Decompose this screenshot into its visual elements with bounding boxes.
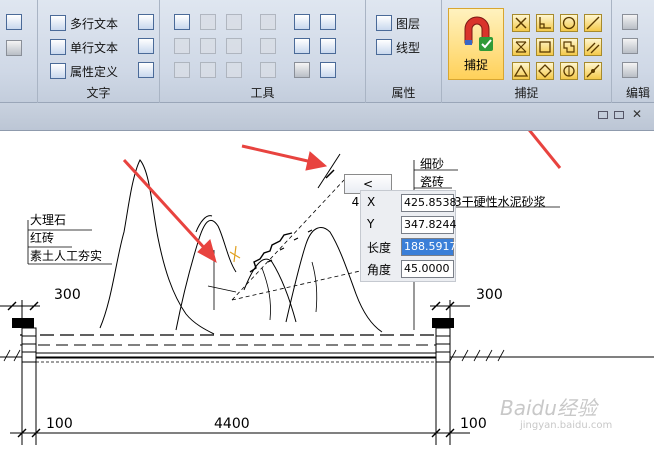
coord-row-x: X 425.8538: [361, 193, 457, 213]
layers-label: 图层: [396, 16, 421, 31]
snap-button[interactable]: 捕捉: [448, 8, 504, 80]
coord-field-length[interactable]: 188.5917: [401, 238, 457, 256]
coord-label-angle: 角度: [367, 263, 392, 277]
block-icon[interactable]: [6, 40, 22, 56]
ribbon-group-properties: 图层 线型 属性: [366, 0, 442, 103]
linetype-button[interactable]: 线型: [376, 37, 420, 57]
move-icon[interactable]: [174, 14, 190, 30]
ribbon-footer: ✕: [0, 103, 654, 131]
fillet-icon[interactable]: [226, 62, 242, 78]
restore-window-icon[interactable]: [614, 111, 624, 119]
mirror-icon[interactable]: [226, 14, 242, 30]
chamfer-icon[interactable]: [260, 62, 276, 78]
table-icon[interactable]: [320, 62, 336, 78]
label-cement-mortar: 3干硬性水泥砂浆: [454, 195, 546, 209]
snap-button-label: 捕捉: [463, 58, 488, 72]
single-line-text-label: 单行文本: [70, 40, 119, 55]
snap-intersection-icon[interactable]: [512, 38, 530, 56]
coord-label-x: X: [367, 195, 376, 209]
snap-quadrant-icon[interactable]: [560, 62, 578, 80]
paste-icon[interactable]: [320, 14, 336, 30]
pointer-icon[interactable]: [226, 38, 242, 54]
snap-parallel-icon[interactable]: [584, 38, 602, 56]
snap-node-icon[interactable]: [536, 62, 554, 80]
snap-perpendicular-icon[interactable]: [536, 14, 554, 32]
attribute-definition-button[interactable]: 属性定义: [50, 61, 118, 81]
dim-right-bottom: 100: [460, 416, 487, 432]
coordinate-input-panel: X 425.8538 Y 347.8244 长度 188.5917 角度 45.…: [360, 190, 457, 282]
snap-square-icon[interactable]: [536, 38, 554, 56]
ribbon-group-misc: [0, 0, 38, 103]
multiline-text-button[interactable]: 多行文本: [50, 13, 118, 33]
ribbon-group-label-edit: 编辑: [626, 86, 651, 100]
label-tile: 瓷砖: [420, 175, 445, 189]
dim-center-bottom: 4400: [214, 416, 250, 432]
array-icon[interactable]: [320, 38, 336, 54]
rotate-icon[interactable]: [200, 14, 216, 30]
single-line-text-button[interactable]: 单行文本: [50, 37, 118, 57]
copy-clip-icon[interactable]: [622, 38, 638, 54]
snap-midpoint-icon[interactable]: [512, 62, 530, 80]
close-window-icon[interactable]: ✕: [632, 107, 642, 121]
ribbon-group-text: 多行文本 单行文本 属性定义 文字: [38, 0, 160, 103]
snap-insert-icon[interactable]: [560, 38, 578, 56]
coord-field-angle[interactable]: 45.0000: [401, 260, 454, 278]
multiline-text-icon: [50, 15, 66, 31]
label-red-brick: 红砖: [30, 231, 55, 245]
single-line-text-icon: [50, 39, 66, 55]
copy-icon[interactable]: [294, 14, 310, 30]
dim-left-bottom: 100: [46, 416, 73, 432]
ribbon: 多行文本 单行文本 属性定义 文字 工具 图层 线型 属性 捕捉 捕捉 编辑: [0, 0, 654, 103]
dim-right-top: 300: [476, 287, 503, 303]
select-icon[interactable]: [6, 14, 22, 30]
layers-icon: [376, 15, 392, 31]
watermark-url: jingyan.baidu.com: [520, 420, 613, 431]
stretch-icon[interactable]: [260, 14, 276, 30]
dim-left-top: 300: [54, 287, 81, 303]
snap-tangent-icon[interactable]: [584, 14, 602, 32]
coord-label-y: Y: [367, 217, 375, 231]
ribbon-group-label-snap: 捕捉: [514, 86, 539, 100]
ribbon-group-label-properties: 属性: [391, 86, 416, 100]
trim-icon[interactable]: [174, 62, 190, 78]
attribute-definition-icon: [50, 63, 66, 79]
text-style-icon[interactable]: [138, 14, 154, 30]
watermark: Baidu经验: [500, 396, 597, 420]
ribbon-group-edit: 编辑: [612, 0, 654, 103]
snap-endpoint-icon[interactable]: [512, 14, 530, 32]
text-edit-icon[interactable]: [138, 38, 154, 54]
coord-row-y: Y 347.8244: [361, 215, 457, 235]
ribbon-group-tools: 工具: [160, 0, 366, 103]
layers-button[interactable]: 图层: [376, 13, 420, 33]
text-check-icon[interactable]: [138, 62, 154, 78]
attribute-definition-label: 属性定义: [70, 64, 119, 79]
minimize-window-icon[interactable]: [598, 111, 608, 119]
label-rammed-earth: 素土人工夯实: [30, 249, 103, 263]
coord-field-x[interactable]: 425.8538: [401, 194, 457, 212]
ribbon-group-label-text: 文字: [86, 86, 111, 100]
linetype-icon: [376, 39, 392, 55]
cut-icon[interactable]: [622, 14, 638, 30]
folder-open-icon[interactable]: [200, 38, 216, 54]
label-fine-sand: 细砂: [420, 157, 445, 171]
magnet-icon: [464, 16, 493, 51]
offset-icon[interactable]: [294, 38, 310, 54]
coord-field-y[interactable]: 347.8244: [401, 216, 457, 234]
ribbon-group-snap: 捕捉 捕捉: [442, 0, 612, 103]
coord-row-length: 长度 188.5917: [361, 237, 457, 257]
ribbon-group-label-tools: 工具: [250, 86, 275, 100]
extend-icon[interactable]: [200, 62, 216, 78]
folder-icon[interactable]: [174, 38, 190, 54]
snap-nearest-icon[interactable]: [584, 62, 602, 80]
explode-icon[interactable]: [294, 62, 310, 78]
paste-clip-icon[interactable]: [622, 62, 638, 78]
scale-icon[interactable]: [260, 38, 276, 54]
snap-center-icon[interactable]: [560, 14, 578, 32]
coord-label-length: 长度: [367, 241, 392, 255]
label-marble: 大理石: [30, 213, 67, 227]
linetype-label: 线型: [396, 40, 421, 55]
coord-row-angle: 角度 45.0000: [361, 259, 457, 279]
multiline-text-label: 多行文本: [70, 16, 119, 31]
